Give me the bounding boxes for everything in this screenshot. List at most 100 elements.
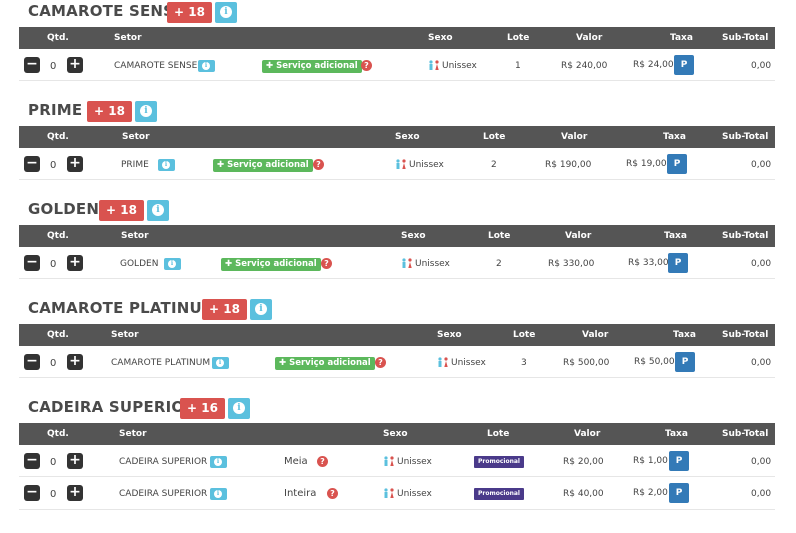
fee-p-button[interactable]: P (669, 451, 689, 471)
section-title: PRIME (28, 101, 83, 119)
th-qtd: Qtd. (47, 429, 69, 439)
th-subtotal: Sub-Total (722, 231, 769, 241)
increase-quantity-button[interactable]: + (67, 255, 83, 271)
th-qtd: Qtd. (47, 330, 69, 340)
table-row: − 0 + PRIME i ✚ Serviço adicional ? Unis… (19, 148, 775, 180)
th-sexo: Sexo (395, 132, 420, 142)
th-subtotal: Sub-Total (722, 330, 769, 340)
th-lote: Lote (507, 33, 530, 43)
section-info-button[interactable]: i (215, 2, 237, 23)
info-icon: i (152, 204, 164, 216)
section-info-button[interactable]: i (147, 200, 169, 221)
section-info-button[interactable]: i (135, 101, 157, 122)
question-icon[interactable]: ? (375, 357, 386, 368)
gender-label: Unissex (451, 358, 486, 368)
section-title: CAMAROTE SENSE (28, 2, 185, 20)
info-icon: i (220, 6, 232, 18)
sector-info-button[interactable]: i (210, 488, 227, 500)
increase-quantity-button[interactable]: + (67, 156, 83, 172)
th-valor: Valor (576, 33, 603, 43)
th-subtotal: Sub-Total (722, 429, 769, 439)
decrease-quantity-button[interactable]: − (24, 354, 40, 370)
section-title: GOLDEN (28, 200, 100, 218)
th-sexo: Sexo (437, 330, 462, 340)
fee-p-button[interactable]: P (675, 352, 695, 372)
th-qtd: Qtd. (47, 231, 69, 241)
additional-service-button[interactable]: ✚ Serviço adicional (221, 258, 321, 271)
question-icon[interactable]: ? (313, 159, 324, 170)
unisex-icon (384, 488, 394, 498)
subtotal-value: 0,00 (751, 489, 772, 499)
sector-info-button[interactable]: i (158, 159, 175, 171)
section-info-button[interactable]: i (228, 398, 250, 419)
th-qtd: Qtd. (47, 33, 69, 43)
table-header: Qtd. Setor Sexo Lote Valor Taxa Sub-Tota… (19, 225, 775, 247)
price-value: R$ 330,00 (548, 259, 595, 269)
question-icon[interactable]: ? (321, 258, 332, 269)
gender-label: Unissex (442, 61, 477, 71)
fee-value: R$ 50,00 (634, 357, 675, 367)
fee-p-button[interactable]: P (669, 483, 689, 503)
th-taxa: Taxa (670, 33, 693, 43)
table-header: Qtd. Setor Sexo Lote Valor Taxa Sub-Tota… (19, 423, 775, 445)
info-icon: i (202, 62, 210, 70)
question-icon[interactable]: ? (317, 456, 328, 467)
gender-label: Unissex (409, 160, 444, 170)
ticket-type-label: Meia (284, 456, 308, 467)
question-icon[interactable]: ? (327, 488, 338, 499)
decrease-quantity-button[interactable]: − (24, 57, 40, 73)
additional-service-button[interactable]: ✚ Serviço adicional (262, 60, 362, 73)
gender-label: Unissex (397, 489, 432, 499)
additional-service-button[interactable]: ✚ Serviço adicional (213, 159, 313, 172)
th-lote: Lote (487, 429, 510, 439)
question-icon[interactable]: ? (361, 60, 372, 71)
table-row: − 0 + CADEIRA SUPERIOR i Inteira ? Uniss… (19, 478, 775, 510)
decrease-quantity-button[interactable]: − (24, 485, 40, 501)
info-icon: i (233, 402, 245, 414)
fee-p-button[interactable]: P (674, 55, 694, 75)
decrease-quantity-button[interactable]: − (24, 453, 40, 469)
fee-p-button[interactable]: P (667, 154, 687, 174)
price-value: R$ 500,00 (563, 358, 610, 368)
section-info-button[interactable]: i (250, 299, 272, 320)
th-sexo: Sexo (383, 429, 408, 439)
lot-value: 3 (521, 358, 527, 368)
subtotal-value: 0,00 (751, 160, 772, 170)
increase-quantity-button[interactable]: + (67, 354, 83, 370)
fee-value: R$ 2,00 (633, 488, 668, 498)
fee-value: R$ 1,00 (633, 456, 668, 466)
sector-name: CADEIRA SUPERIOR (119, 489, 208, 499)
fee-value: R$ 19,00 (626, 159, 667, 169)
sector-info-button[interactable]: i (164, 258, 181, 270)
subtotal-value: 0,00 (751, 61, 772, 71)
increase-quantity-button[interactable]: + (67, 453, 83, 469)
table-header: Qtd. Setor Sexo Lote Valor Taxa Sub-Tota… (19, 324, 775, 346)
additional-service-button[interactable]: ✚ Serviço adicional (275, 357, 375, 370)
section-header: CAMAROTE PLATINUM + 18 i (0, 297, 796, 321)
quantity-value: 0 (50, 358, 57, 369)
th-sexo: Sexo (401, 231, 426, 241)
age-rating-badge: + 18 (167, 2, 212, 23)
increase-quantity-button[interactable]: + (67, 57, 83, 73)
fee-value: R$ 24,00 (633, 60, 674, 70)
sector-info-button[interactable]: i (212, 357, 229, 369)
unisex-icon (396, 159, 406, 169)
quantity-value: 0 (50, 259, 57, 270)
increase-quantity-button[interactable]: + (67, 485, 83, 501)
decrease-quantity-button[interactable]: − (24, 156, 40, 172)
info-icon: i (140, 105, 152, 117)
section-title: CADEIRA SUPERIOR (28, 398, 197, 416)
lot-value: 1 (515, 61, 521, 71)
unisex-icon (429, 60, 439, 70)
info-icon: i (214, 458, 222, 466)
th-taxa: Taxa (665, 429, 688, 439)
quantity-value: 0 (50, 61, 57, 72)
sector-info-button[interactable]: i (198, 60, 215, 72)
sector-info-button[interactable]: i (210, 456, 227, 468)
age-rating-badge: + 18 (202, 299, 247, 320)
info-icon: i (168, 260, 176, 268)
decrease-quantity-button[interactable]: − (24, 255, 40, 271)
fee-p-button[interactable]: P (668, 253, 688, 273)
info-icon: i (216, 359, 224, 367)
section-header: GOLDEN + 18 i (0, 198, 796, 222)
